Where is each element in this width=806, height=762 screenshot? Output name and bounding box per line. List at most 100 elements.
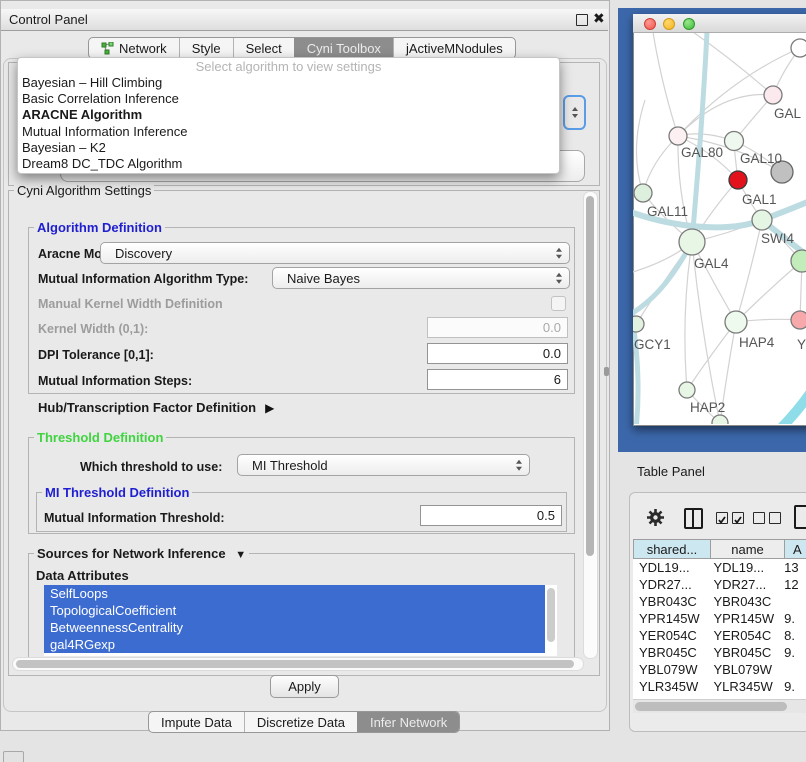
data-attributes-label: Data Attributes [36, 568, 129, 583]
cyni-algorithm-settings-title: Cyni Algorithm Settings [14, 184, 154, 197]
node-unlabeled-top[interactable] [791, 39, 806, 57]
node-gal80[interactable] [669, 127, 687, 145]
dropdown-item-bayesian-k2[interactable]: Bayesian – K2 [18, 140, 559, 156]
mi-type-label: Mutual Information Algorithm Type: [38, 272, 248, 286]
table-horizontal-scrollbar[interactable] [633, 699, 806, 713]
dropdown-item-bayesian-hill-climbing[interactable]: Bayesian – Hill Climbing [18, 75, 559, 91]
kernel-width-field[interactable]: 0.0 [427, 317, 568, 338]
list-item-topologicalcoefficient[interactable]: TopologicalCoefficient [44, 602, 545, 619]
node-gal-top[interactable] [764, 86, 782, 104]
close-icon[interactable]: ✖ [593, 10, 605, 27]
dropdown-item-aracne[interactable]: ARACNE Algorithm [18, 107, 559, 123]
tab-network[interactable]: Network [89, 38, 179, 58]
table-row[interactable]: YDL19...YDL19...13 [633, 559, 806, 576]
table-row[interactable]: YPR145WYPR145W9. [633, 610, 806, 627]
tab-select[interactable]: Select [233, 38, 294, 58]
float-window-icon[interactable] [576, 14, 588, 26]
node-label: GAL11 [647, 204, 688, 219]
node-label: HAP2 [690, 400, 725, 415]
dropdown-item-mutual-information[interactable]: Mutual Information Inference [18, 124, 559, 140]
mi-threshold-field[interactable]: 0.5 [420, 505, 562, 526]
table-horizontal-scrollbar-thumb[interactable] [635, 702, 787, 711]
panel-splitter-handle[interactable] [604, 367, 609, 376]
hub-definition-expander[interactable]: Hub/Transcription Factor Definition ▶ [38, 400, 274, 415]
apply-button[interactable]: Apply [270, 675, 339, 698]
list-item-selfloops[interactable]: SelfLoops [44, 585, 545, 602]
table-function-icon[interactable] [794, 505, 806, 529]
combo-stepper-icon [556, 273, 562, 284]
dropdown-item-dream8[interactable]: Dream8 DC_TDC Algorithm [18, 156, 559, 172]
node-hap4[interactable] [725, 311, 747, 333]
tab-jactivemnodules[interactable]: jActiveMNodules [393, 38, 515, 58]
zoom-traffic-light[interactable] [683, 18, 695, 30]
column-header-name[interactable]: name [710, 539, 785, 559]
node-bottom-green[interactable] [712, 415, 728, 424]
table-panel-title: Table Panel [637, 464, 705, 479]
tab-discretize-data[interactable]: Discretize Data [244, 712, 357, 732]
column-settings-icon[interactable] [684, 508, 703, 529]
combo-stepper-icon [556, 248, 562, 259]
node-gal10[interactable] [725, 132, 744, 151]
node-label: GAL1 [742, 192, 777, 207]
settings-horizontal-scrollbar[interactable] [12, 657, 584, 671]
mi-steps-label: Mutual Information Steps: [38, 374, 192, 388]
gear-icon[interactable] [646, 508, 665, 527]
node-gal4[interactable] [679, 229, 705, 255]
column-header-partial[interactable]: A [784, 539, 806, 559]
tab-cyni-toolbox[interactable]: Cyni Toolbox [294, 38, 393, 58]
edge-thick-cyan[interactable] [725, 380, 806, 424]
table-row[interactable]: YBL079WYBL079W [633, 661, 806, 678]
list-scrollbar-thumb[interactable] [547, 588, 555, 642]
manual-kernel-label: Manual Kernel Width Definition [38, 297, 223, 311]
node-swi4[interactable] [752, 210, 772, 230]
table-row[interactable]: YLR345WYLR345W9. [633, 678, 806, 695]
cyni-bottom-tabbar: Impute Data Discretize Data Infer Networ… [148, 711, 460, 733]
settings-vertical-scrollbar[interactable] [583, 191, 598, 659]
node-label: HAP4 [739, 335, 774, 350]
dropdown-item-basic-correlation[interactable]: Basic Correlation Inference [18, 91, 559, 107]
algorithm-definition-title: Algorithm Definition [34, 221, 165, 234]
node-hap2[interactable] [679, 382, 695, 398]
data-attributes-list: SelfLoops TopologicalCoefficient Between… [44, 585, 557, 656]
node-label: GAL80 [681, 145, 723, 160]
node-gcy1[interactable] [633, 316, 644, 332]
mi-type-combo[interactable]: Naive Bayes [272, 267, 570, 289]
deselect-all-columns-icon[interactable] [753, 512, 781, 524]
table-panel-titlebar: Table Panel [610, 452, 806, 490]
algorithm-combo-stepper[interactable] [563, 95, 586, 130]
table-row[interactable]: YER054CYER054C8. [633, 627, 806, 644]
which-threshold-combo[interactable]: MI Threshold [237, 454, 530, 476]
node-gal1-selected[interactable] [729, 171, 747, 189]
table-row[interactable]: YBR045CYBR045C9. [633, 644, 806, 661]
list-item-betweennesscentrality[interactable]: BetweennessCentrality [44, 619, 545, 636]
control-panel-titlebar: Control Panel [1, 9, 608, 31]
table-row[interactable]: YDR27...YDR27...12 [633, 576, 806, 593]
sources-expander[interactable]: Sources for Network Inference ▼ [34, 547, 249, 562]
aracne-mode-combo[interactable]: Discovery [100, 242, 570, 264]
network-window-titlebar[interactable] [633, 14, 806, 33]
network-canvas[interactable] [633, 32, 806, 424]
minimize-traffic-light[interactable] [663, 18, 675, 30]
list-item-gal4rgexp[interactable]: gal4RGexp [44, 636, 545, 653]
dpi-tolerance-field[interactable]: 0.0 [427, 343, 568, 364]
tab-infer-network[interactable]: Infer Network [357, 712, 459, 732]
settings-horizontal-scrollbar-thumb[interactable] [16, 660, 574, 668]
node-gal11[interactable] [634, 184, 652, 202]
settings-vertical-scrollbar-thumb[interactable] [586, 196, 594, 556]
mi-steps-field[interactable]: 6 [427, 369, 568, 390]
manual-kernel-checkbox[interactable] [551, 296, 566, 311]
control-panel-tabbar: Network Style Select Cyni Toolbox jActiv… [88, 37, 516, 59]
mi-threshold-label: Mutual Information Threshold: [44, 511, 225, 525]
node-label: Y [797, 337, 806, 352]
tab-style[interactable]: Style [179, 38, 233, 58]
close-traffic-light[interactable] [644, 18, 656, 30]
select-all-columns-icon[interactable] [716, 512, 744, 524]
node-salmon-right[interactable] [791, 311, 806, 329]
tab-impute-data[interactable]: Impute Data [149, 712, 244, 732]
dock-panel-button[interactable] [3, 751, 24, 762]
screen: Control Panel ✖ Network Style Select Cyn… [0, 0, 806, 762]
expander-right-arrow-icon: ▶ [265, 401, 274, 415]
table-row[interactable]: YBR043CYBR043C [633, 593, 806, 610]
column-header-shared[interactable]: shared... [633, 539, 711, 559]
dpi-tolerance-label: DPI Tolerance [0,1]: [38, 348, 154, 362]
